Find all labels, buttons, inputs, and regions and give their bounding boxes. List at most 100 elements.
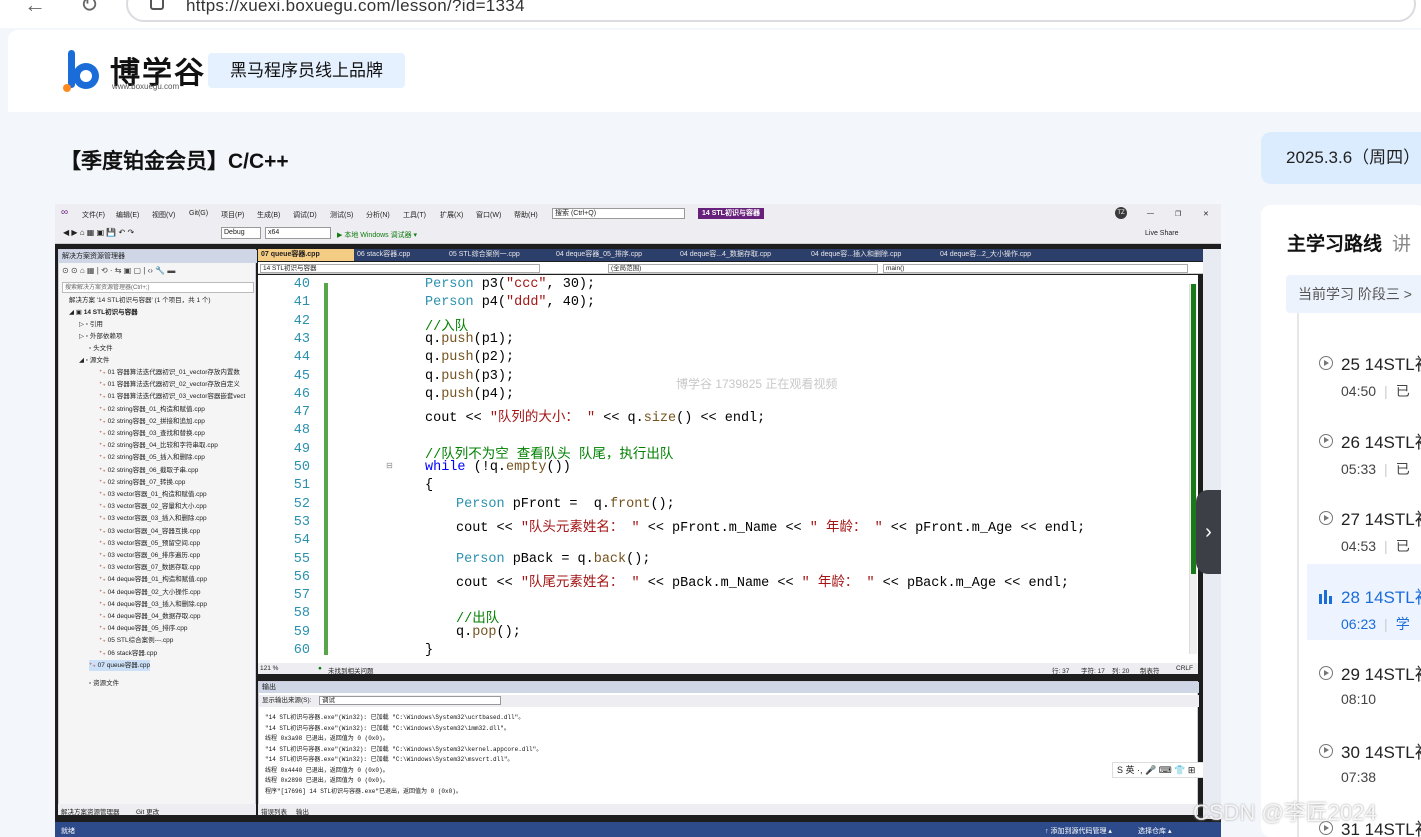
tree-node-headers[interactable]: ▫ 头文件 <box>89 343 113 354</box>
vs-menu-2[interactable]: 视图(V) <box>152 210 175 220</box>
panel-title-more[interactable]: 讲 <box>1392 234 1411 255</box>
code-line[interactable]: cout << "队头元素姓名： " << pFront.m_Name << "… <box>456 515 1085 536</box>
tab-error-list[interactable]: 错误列表 <box>261 806 287 816</box>
vs-menu-9[interactable]: 工具(T) <box>403 210 426 220</box>
reload-icon[interactable]: ↻ <box>80 0 98 18</box>
run-debugger-button[interactable]: ▶ 本地 Windows 调试器 ▾ <box>337 230 417 240</box>
code-line[interactable]: while (!q.empty()) <box>425 460 571 475</box>
url-text[interactable]: https://xuexi.boxuegu.com/lesson/?id=133… <box>186 0 525 16</box>
source-file-item[interactable]: ⁺₊ 02 string容器_01_构造和赋值.cpp <box>99 404 205 415</box>
nav-member-select[interactable]: main() <box>883 264 1188 273</box>
source-file-item[interactable]: ⁺₊ 03 vector容器_05_预留空间.cpp <box>99 538 200 549</box>
solution-search-input[interactable]: 搜索解决方案资源管理器(Ctrl+;) <box>62 282 254 293</box>
vs-maximize-icon[interactable]: ❐ <box>1175 210 1181 218</box>
live-share-button[interactable]: Live Share <box>1145 230 1178 237</box>
code-line[interactable]: q.push(p1); <box>425 332 514 347</box>
source-file-item[interactable]: ⁺₊ 07 queue容器.cpp <box>89 659 151 671</box>
code-line[interactable]: q.push(p3); <box>425 369 514 384</box>
eol-mode[interactable]: CRLF <box>1176 665 1193 672</box>
select-repo-button[interactable]: 选择仓库 ▴ <box>1138 826 1171 836</box>
user-avatar[interactable]: TZ <box>1115 207 1127 219</box>
lesson-item[interactable]: 28 14STL初识 06:23 | 学 <box>1307 563 1421 640</box>
source-file-item[interactable]: ⁺₊ 02 string容器_07_转换.cpp <box>99 477 185 488</box>
solution-toolbar-icons[interactable]: ⊙ ⊙ ⌂ ▦ | ⟲ · ⇆ ▣ ▢ | ‹› 🔧 ▬ <box>62 266 175 275</box>
source-file-item[interactable]: ⁺₊ 02 string容器_05_插入和删除.cpp <box>99 452 205 463</box>
lesson-item[interactable]: 26 14STL初识 05:33 | 已 <box>1307 409 1421 485</box>
code-line[interactable]: q.pop(); <box>456 625 521 640</box>
source-file-item[interactable]: ⁺₊ 01 容器算法迭代器初识_03_vector容器嵌套vect <box>99 391 245 402</box>
source-file-item[interactable]: ⁺₊ 04 deque容器_01_构造和赋值.cpp <box>99 574 207 585</box>
editor-tab-0[interactable]: 07 queue容器.cpp <box>258 249 354 261</box>
vs-search-input[interactable]: 搜索 (Ctrl+Q) <box>552 208 685 219</box>
fold-toggle-icon[interactable]: ⊟ <box>386 461 393 470</box>
editor-tab-2[interactable]: 05 STL综合案例一.cpp <box>446 249 553 261</box>
lesson-item[interactable]: 30 14STL初识 07:38 <box>1307 719 1421 795</box>
current-stage[interactable]: 当前学习 阶段三 > <box>1286 275 1421 313</box>
project-node[interactable]: ◢ ▣ 14 STL初识与容器 <box>69 307 138 318</box>
source-file-item[interactable]: ⁺₊ 04 deque容器_03_插入和删除.cpp <box>99 599 207 610</box>
source-file-item[interactable]: ⁺₊ 03 vector容器_04_容器互换.cpp <box>99 526 200 537</box>
vs-close-icon[interactable]: ✕ <box>1203 210 1209 218</box>
back-arrow-icon[interactable]: ← <box>24 0 46 18</box>
vs-menu-3[interactable]: Git(G) <box>189 210 208 217</box>
source-file-item[interactable]: ⁺₊ 03 vector容器_01_构造和赋值.cpp <box>99 489 207 500</box>
editor-tab-4[interactable]: 04 deque容...4_数据存取.cpp <box>677 249 808 261</box>
lesson-item[interactable]: 29 14STL初识 08:10 <box>1307 641 1421 717</box>
source-file-item[interactable]: ⁺₊ 04 deque容器_04_数据存取.cpp <box>99 611 201 622</box>
source-file-item[interactable]: ⁺₊ 01 容器算法迭代器初识_02_vector存放自定义 <box>99 379 240 390</box>
vs-menu-4[interactable]: 项目(P) <box>221 210 244 220</box>
source-file-item[interactable]: ⁺₊ 04 deque容器_05_排序.cpp <box>99 623 188 634</box>
code-line[interactable]: Person p3("ccc", 30); <box>425 277 595 292</box>
vs-menu-6[interactable]: 调试(D) <box>293 210 317 220</box>
vs-menu-1[interactable]: 编辑(E) <box>116 210 139 220</box>
code-line[interactable]: Person pFront = q.front(); <box>456 497 675 512</box>
code-line[interactable]: q.push(p4); <box>425 387 514 402</box>
add-source-control-button[interactable]: ↑ 添加到源代码管理 ▴ <box>1045 826 1112 836</box>
code-line[interactable]: q.push(p2); <box>425 350 514 365</box>
source-file-item[interactable]: ⁺₊ 05 STL综合案例---.cpp <box>99 635 173 646</box>
source-file-item[interactable]: ⁺₊ 03 vector容器_06_排序遍历.cpp <box>99 550 200 561</box>
config-select[interactable]: Debug <box>221 227 261 239</box>
editor-tab-3[interactable]: 04 deque容器_05_排序.cpp <box>553 249 677 261</box>
source-file-item[interactable]: ⁺₊ 03 vector容器_07_数据存取.cpp <box>99 562 200 573</box>
chevron-right-icon[interactable]: › <box>1196 490 1221 574</box>
code-line[interactable]: cout << "队列的大小： " << q.size() << endl; <box>425 405 765 426</box>
vs-menu-0[interactable]: 文件(F) <box>82 210 105 220</box>
vs-menu-10[interactable]: 扩展(X) <box>440 210 463 220</box>
source-file-item[interactable]: ⁺₊ 03 vector容器_02_容量和大小.cpp <box>99 501 207 512</box>
panel-title-text[interactable]: 主学习路线 <box>1287 234 1382 255</box>
nav-project-select[interactable]: 14 STL初识与容器 <box>260 264 540 273</box>
editor-tab-6[interactable]: 04 deque容...2_大小操作.cpp <box>937 249 1065 261</box>
tab-output[interactable]: 输出 <box>296 806 309 816</box>
tree-node-sources[interactable]: ◢ ▫ 源文件 <box>79 355 109 366</box>
lesson-item[interactable]: 25 14STL初识 04:50 | 已 <box>1307 331 1421 407</box>
vs-menu-5[interactable]: 生成(B) <box>257 210 280 220</box>
editor-tab-5[interactable]: 04 deque容...插入和删除.cpp <box>808 249 937 261</box>
tab-solution-explorer[interactable]: 解决方案资源管理器 <box>61 806 120 816</box>
tree-node-external-deps[interactable]: ▷ ▫ 外部依赖项 <box>79 331 122 342</box>
source-file-item[interactable]: ⁺₊ 01 容器算法迭代器初识_01_vector存放内置数 <box>99 367 240 378</box>
tree-node-references[interactable]: ▷ ▫ 引用 <box>79 319 103 330</box>
vs-menu-7[interactable]: 测试(S) <box>330 210 353 220</box>
vs-minimize-icon[interactable]: — <box>1147 210 1154 217</box>
toolbar-nav-icons[interactable]: ◀ ▶ ⌂ ▦ ▣ 💾 ↶ ↷ <box>63 228 134 237</box>
lesson-item[interactable]: 27 14STL初识 04:53 | 已 <box>1307 486 1421 562</box>
code-line[interactable]: Person pBack = q.back(); <box>456 552 650 567</box>
source-file-item[interactable]: ⁺₊ 02 string容器_03_查找和替换.cpp <box>99 428 205 439</box>
code-line[interactable]: { <box>425 478 433 493</box>
source-file-item[interactable]: ⁺₊ 02 string容器_04_比较和字符串取.cpp <box>99 440 218 451</box>
boxuegu-logo-icon[interactable] <box>60 48 104 92</box>
nav-scope-select[interactable]: (全局范围) <box>608 264 878 273</box>
site-info-icon[interactable] <box>150 0 164 10</box>
vs-menu-8[interactable]: 分析(N) <box>366 210 390 220</box>
source-file-item[interactable]: ⁺₊ 06 stack容器.cpp <box>99 648 157 659</box>
source-file-item[interactable]: ⁺₊ 03 vector容器_03_插入和删除.cpp <box>99 513 207 524</box>
issues-text[interactable]: 未找到相关问题 <box>328 665 374 675</box>
zoom-level[interactable]: 121 % <box>260 665 278 672</box>
vs-menu-11[interactable]: 窗口(W) <box>476 210 501 220</box>
tree-node-resources[interactable]: ▫ 资源文件 <box>89 678 119 689</box>
code-line[interactable]: cout << "队尾元素姓名： " << pBack.m_Name << " … <box>456 570 1069 591</box>
code-line[interactable]: } <box>425 643 433 658</box>
vs-menu-12[interactable]: 帮助(H) <box>514 210 538 220</box>
source-file-item[interactable]: ⁺₊ 02 string容器_02_拼接和追加.cpp <box>99 416 205 427</box>
